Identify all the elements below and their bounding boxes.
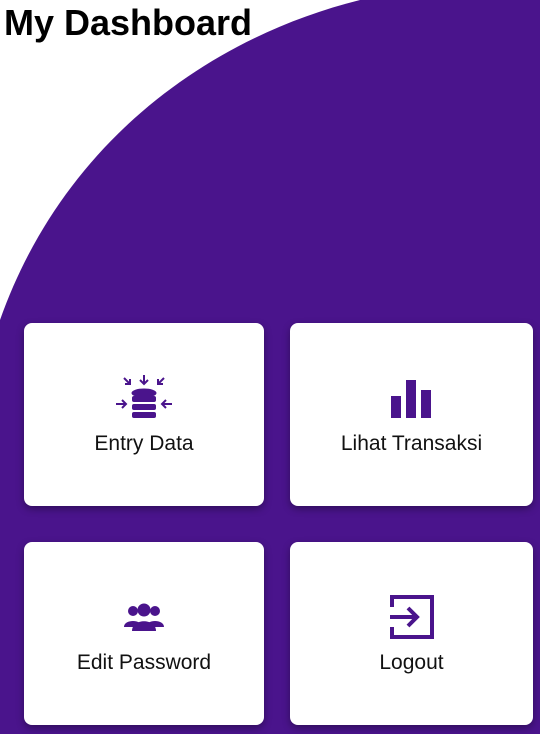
lihat-transaksi-label: Lihat Transaksi: [340, 431, 483, 455]
entry-data-button[interactable]: Entry Data: [24, 323, 264, 506]
logout-icon: [388, 593, 436, 641]
edit-password-label: Edit Password: [76, 650, 212, 674]
page-title: My Dashboard: [4, 2, 253, 43]
database-import-icon: [114, 374, 174, 422]
users-group-icon: [124, 593, 164, 641]
lihat-transaksi-button[interactable]: Lihat Transaksi: [290, 323, 533, 506]
logout-label: Logout: [379, 650, 444, 674]
entry-data-label: Entry Data: [94, 431, 194, 455]
edit-password-button[interactable]: Edit Password: [24, 542, 264, 725]
bar-chart-icon: [390, 374, 434, 422]
logout-button[interactable]: Logout: [290, 542, 533, 725]
